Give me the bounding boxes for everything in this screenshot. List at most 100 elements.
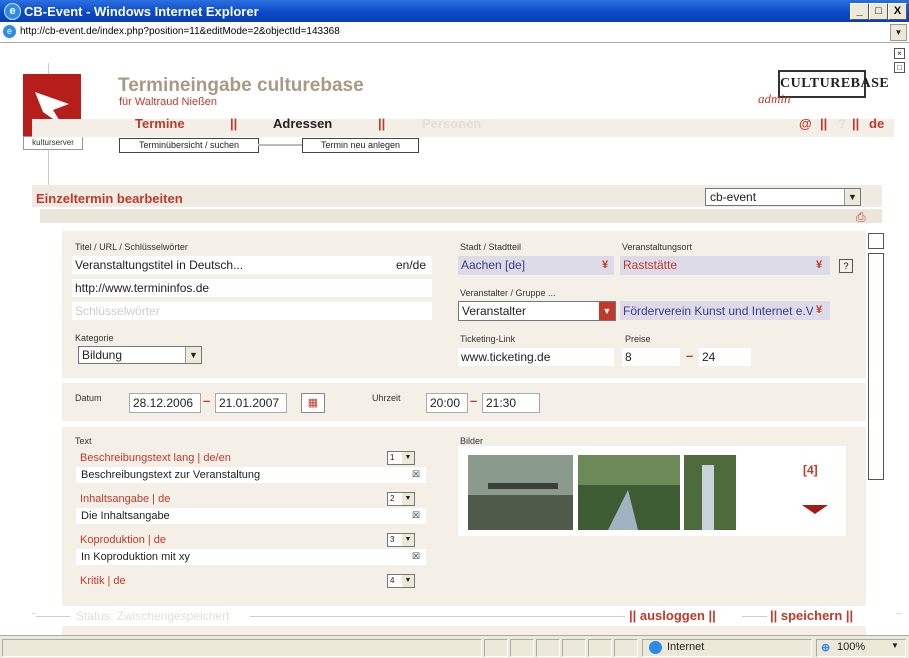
date-to-input[interactable]: 21.01.2007	[215, 393, 287, 413]
time-from-input[interactable]: 20:00	[426, 393, 468, 413]
chevron-down-icon[interactable]: ¥	[602, 259, 608, 271]
subtab-terminuebersicht[interactable]: Terminübersicht / suchen	[119, 138, 259, 153]
event-image-3[interactable]	[684, 455, 736, 530]
price-from-input[interactable]: 8	[622, 348, 680, 366]
print-icon[interactable]: ⎙	[856, 210, 868, 224]
page-icon: e	[3, 25, 16, 38]
text-title-4[interactable]: Kritik | de	[80, 575, 126, 587]
nav-separator: ||	[820, 116, 828, 131]
mandant-select[interactable]: cb-event ▼	[705, 188, 861, 206]
chevron-down-icon[interactable]: ¥	[816, 259, 822, 271]
expand-arrow-icon[interactable]	[802, 505, 828, 514]
save-status: Status: Zwischengespeichert	[76, 609, 230, 623]
date-dash: –	[203, 393, 211, 408]
text-content-3[interactable]: In Koproduktion mit xy ☒	[76, 549, 426, 565]
help-link[interactable]: ?	[838, 116, 846, 131]
url-value: http://www.termininfos.de	[75, 281, 210, 295]
price-to-value: 24	[702, 350, 716, 364]
price-dash: –	[686, 348, 694, 363]
language-link[interactable]: de	[869, 116, 884, 131]
text-title-2[interactable]: Inhaltsangabe | de	[80, 493, 170, 505]
close-icon[interactable]: ×	[894, 48, 905, 59]
text-content-1[interactable]: Beschreibungstext zur Veranstaltung ☒	[76, 467, 426, 483]
save-link[interactable]: || speichern ||	[770, 608, 853, 623]
text-title-1[interactable]: Beschreibungstext lang | de/en	[80, 452, 231, 464]
address-bar[interactable]: e http://cb-event.de/index.php?position=…	[0, 22, 909, 43]
tab-termine[interactable]: Termine	[135, 116, 185, 131]
venue-value: Raststätte	[623, 258, 678, 272]
ticket-input[interactable]: www.ticketing.de	[458, 348, 614, 366]
logout-link[interactable]: || ausloggen ||	[629, 608, 716, 623]
organizer-type-select[interactable]: Veranstalter ▼	[458, 301, 616, 321]
title-input[interactable]: Veranstaltungstitel in Deutsch... en/de	[72, 256, 432, 274]
title-lang[interactable]: en/de	[396, 258, 426, 272]
text-order-select[interactable]: 4 ▼	[387, 574, 415, 588]
globe-icon	[649, 641, 662, 654]
culturebase-logo: CULTUREBASE	[778, 70, 889, 98]
chevron-down-icon[interactable]: ▼	[891, 641, 899, 650]
address-dropdown-icon[interactable]: ▼	[890, 24, 907, 41]
tab-personen[interactable]: Personen	[422, 116, 481, 131]
scroll-up-button[interactable]	[868, 233, 884, 249]
calendar-icon[interactable]: ▦	[301, 393, 325, 413]
organizer-input[interactable]: Förderverein Kunst und Internet e.V ¥	[620, 301, 830, 320]
chevron-down-icon: ▼	[402, 452, 414, 464]
delete-icon[interactable]: ☒	[412, 551, 420, 562]
price-to-input[interactable]: 24	[699, 348, 751, 366]
window-icon[interactable]: □	[894, 62, 905, 73]
date-to-value: 21.01.2007	[219, 396, 280, 410]
url-input[interactable]: http://www.termininfos.de	[72, 279, 432, 297]
text-order-select[interactable]: 1 ▼	[387, 451, 415, 465]
section-title: Einzeltermin bearbeiten	[36, 191, 183, 206]
maximize-button[interactable]: □	[869, 3, 888, 20]
admin-label: admin	[758, 91, 791, 106]
subtab-termin-neu[interactable]: Termin neu anlegen	[302, 138, 419, 153]
text-order-select[interactable]: 2 ▼	[387, 492, 415, 506]
minimize-button[interactable]: _	[850, 3, 869, 20]
footer-line	[742, 616, 767, 617]
chevron-down-icon: ▼	[402, 534, 414, 546]
url-text[interactable]: http://cb-event.de/index.php?position=11…	[20, 26, 340, 37]
venue-input[interactable]: Raststätte ¥	[620, 256, 830, 275]
text-content-2[interactable]: Die Inhaltsangabe ☒	[76, 508, 426, 524]
contact-link[interactable]: @	[799, 116, 812, 131]
time-to-input[interactable]: 21:30	[482, 393, 540, 413]
status-cell	[536, 639, 560, 657]
organizer-label: Veranstalter / Gruppe ...	[460, 288, 556, 298]
zoom-level: 100%	[837, 641, 866, 653]
city-input[interactable]: Aachen [de] ¥	[458, 256, 614, 275]
logo-label: kulturserver	[23, 136, 83, 150]
zoom-cell[interactable]: ⊕ 100% ▼	[816, 639, 906, 657]
time-dash: –	[470, 393, 478, 408]
category-select[interactable]: Bildung ▼	[78, 346, 202, 364]
images-count: [4]	[803, 463, 818, 477]
status-text-cell	[2, 639, 482, 657]
text-order-value: 4	[390, 576, 395, 585]
text-order-value: 1	[390, 453, 395, 462]
text-order-value: 2	[390, 494, 395, 503]
price-from-value: 8	[625, 350, 632, 364]
event-image-1[interactable]	[468, 455, 573, 530]
text-order-select[interactable]: 3 ▼	[387, 533, 415, 547]
delete-icon[interactable]: ☒	[412, 469, 420, 480]
date-from-value: 28.12.2006	[133, 396, 194, 410]
tab-adressen[interactable]: Adressen	[273, 116, 332, 131]
text-title-3[interactable]: Koproduktion | de	[80, 534, 166, 546]
footer-line	[250, 616, 625, 617]
window-titlebar: e CB-Event - Windows Internet Explorer _…	[0, 0, 909, 22]
venue-help-button[interactable]: ?	[839, 259, 853, 273]
keywords-input[interactable]: Schlüsselwörter	[72, 302, 432, 320]
close-button[interactable]: X	[888, 3, 907, 20]
delete-icon[interactable]: ☒	[412, 510, 420, 521]
date-from-input[interactable]: 28.12.2006	[129, 393, 201, 413]
status-cell	[562, 639, 586, 657]
scrollbar-track[interactable]	[868, 253, 884, 480]
organizer-type-value: Veranstalter	[462, 304, 527, 318]
price-label: Preise	[625, 334, 651, 344]
page-content: kulturserver Termineingabe culturebase f…	[0, 43, 909, 635]
category-label: Kategorie	[75, 333, 114, 343]
text-order-value: 3	[390, 535, 395, 544]
chevron-down-icon[interactable]: ¥	[816, 304, 822, 316]
event-image-2[interactable]	[578, 455, 680, 530]
tab-separator: ||	[378, 116, 386, 131]
